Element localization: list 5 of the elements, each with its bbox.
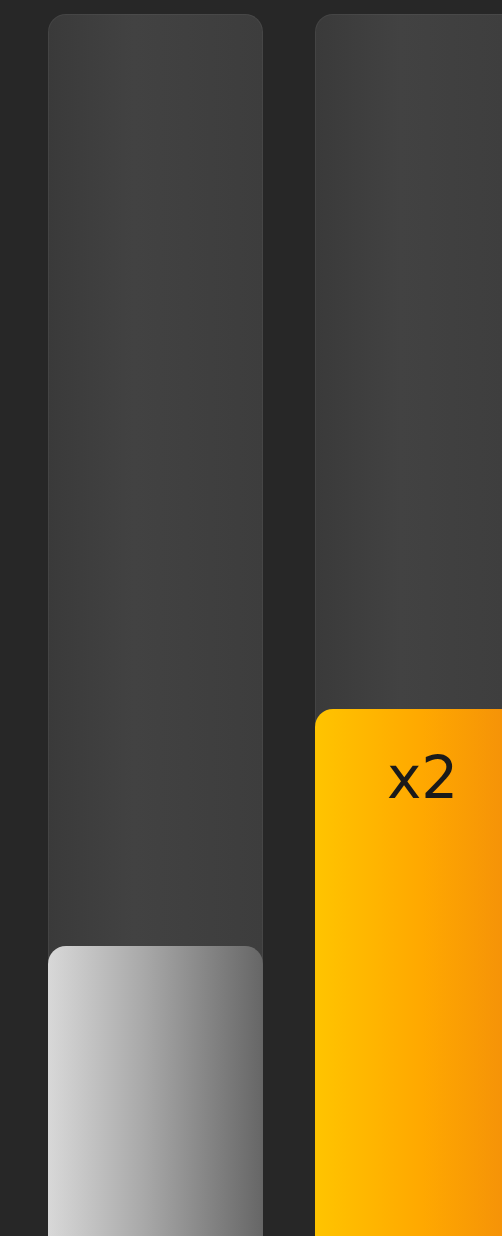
multiplier-label: x2 [386,747,459,812]
slider-track[interactable] [48,14,263,1236]
slider-fill[interactable]: x2 [315,709,502,1236]
slider-fill[interactable] [48,946,263,1236]
slider-track[interactable]: x2 [315,14,502,1236]
